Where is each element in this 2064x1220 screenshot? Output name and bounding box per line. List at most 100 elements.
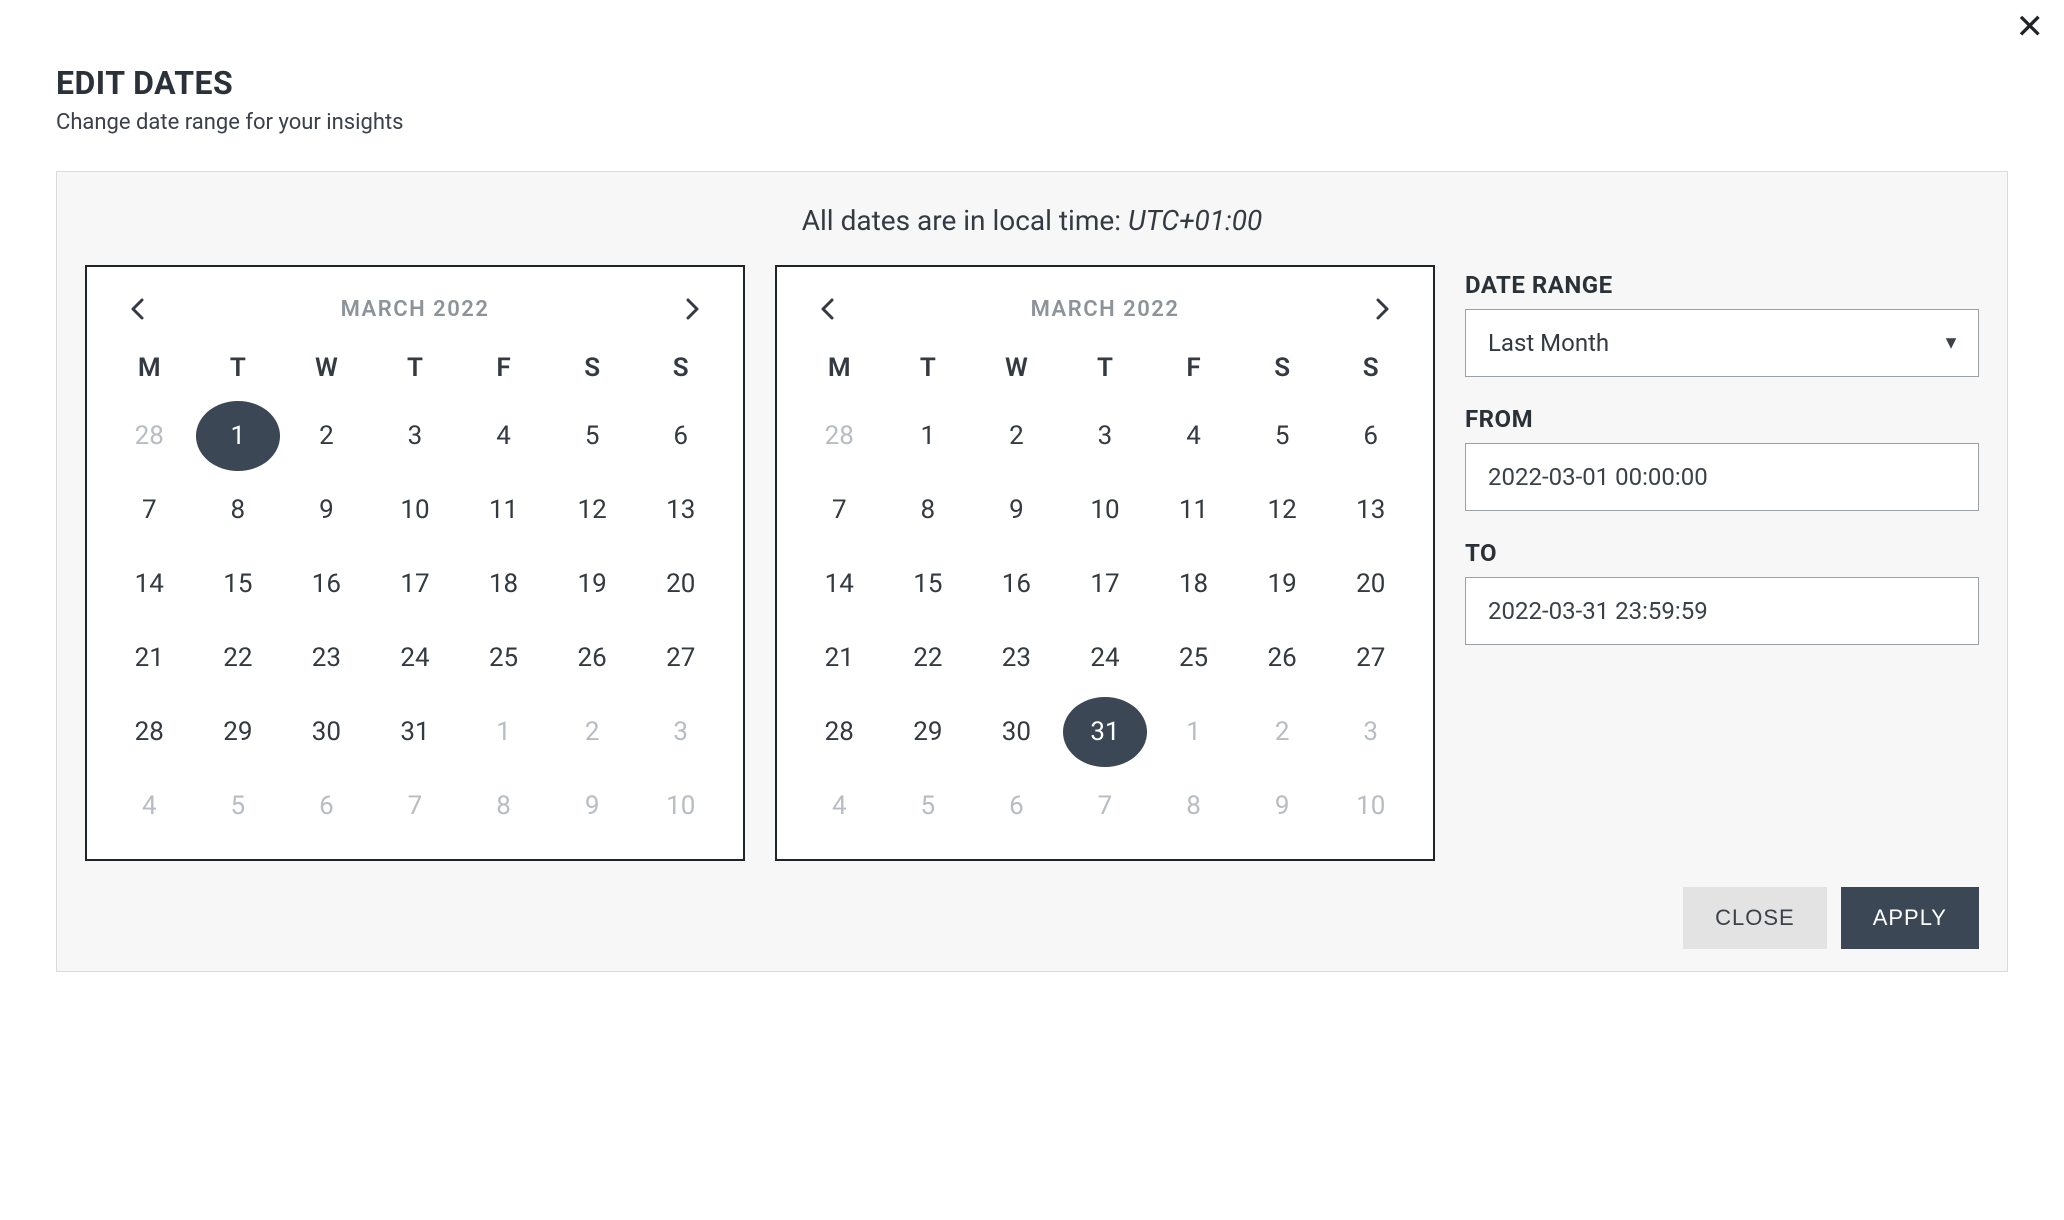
calendar-day[interactable]: 22 — [886, 623, 971, 693]
calendar-day[interactable]: 5 — [196, 771, 281, 841]
calendar-day[interactable]: 9 — [1240, 771, 1325, 841]
calendar-to-month-label: MARCH 2022 — [847, 297, 1363, 322]
calendar-weekday: F — [1151, 339, 1236, 397]
calendar-day[interactable]: 10 — [373, 475, 458, 545]
date-range-select[interactable]: Last Month ▼ — [1465, 309, 1979, 377]
calendar-day[interactable]: 8 — [1151, 771, 1236, 841]
calendar-day[interactable]: 6 — [1328, 401, 1413, 471]
close-button[interactable]: CLOSE — [1683, 887, 1827, 949]
calendar-day[interactable]: 26 — [550, 623, 635, 693]
apply-button[interactable]: APPLY — [1841, 887, 1979, 949]
calendar-day[interactable]: 7 — [373, 771, 458, 841]
calendar-day[interactable]: 24 — [1063, 623, 1148, 693]
calendar-day[interactable]: 9 — [974, 475, 1059, 545]
calendar-day[interactable]: 7 — [1063, 771, 1148, 841]
calendar-day[interactable]: 5 — [1240, 401, 1325, 471]
to-input[interactable] — [1465, 577, 1979, 645]
calendar-day[interactable]: 27 — [638, 623, 723, 693]
calendar-day[interactable]: 23 — [284, 623, 369, 693]
calendar-day[interactable]: 21 — [107, 623, 192, 693]
calendar-day[interactable]: 28 — [107, 401, 192, 471]
calendar-day[interactable]: 30 — [974, 697, 1059, 767]
calendar-day[interactable]: 20 — [1328, 549, 1413, 619]
calendar-day[interactable]: 11 — [461, 475, 546, 545]
next-month-button[interactable] — [1363, 289, 1403, 329]
calendar-day[interactable]: 28 — [107, 697, 192, 767]
calendar-day[interactable]: 15 — [886, 549, 971, 619]
calendar-day[interactable]: 8 — [886, 475, 971, 545]
calendar-day[interactable]: 20 — [638, 549, 723, 619]
calendar-day[interactable]: 24 — [373, 623, 458, 693]
prev-month-button[interactable] — [117, 289, 157, 329]
calendar-day[interactable]: 7 — [797, 475, 882, 545]
calendar-day[interactable]: 8 — [196, 475, 281, 545]
from-input[interactable] — [1465, 443, 1979, 511]
calendar-day[interactable]: 2 — [974, 401, 1059, 471]
calendar-day[interactable]: 3 — [1328, 697, 1413, 767]
calendar-day[interactable]: 31 — [373, 697, 458, 767]
calendar-day[interactable]: 6 — [638, 401, 723, 471]
calendar-day[interactable]: 25 — [1151, 623, 1236, 693]
prev-month-button[interactable] — [807, 289, 847, 329]
calendar-day[interactable]: 1 — [1151, 697, 1236, 767]
calendar-day[interactable]: 9 — [550, 771, 635, 841]
calendar-day[interactable]: 3 — [373, 401, 458, 471]
calendar-day[interactable]: 19 — [550, 549, 635, 619]
panel: All dates are in local time: UTC+01:00 M… — [56, 171, 2008, 972]
calendar-day[interactable]: 30 — [284, 697, 369, 767]
calendar-day[interactable]: 29 — [196, 697, 281, 767]
calendar-day[interactable]: 16 — [284, 549, 369, 619]
calendar-day[interactable]: 2 — [284, 401, 369, 471]
calendar-day[interactable]: 2 — [1240, 697, 1325, 767]
calendar-day[interactable]: 18 — [461, 549, 546, 619]
calendar-day[interactable]: 4 — [1151, 401, 1236, 471]
calendar-day[interactable]: 17 — [1063, 549, 1148, 619]
calendar-day[interactable]: 28 — [797, 401, 882, 471]
calendar-day[interactable]: 13 — [638, 475, 723, 545]
calendar-day[interactable]: 29 — [886, 697, 971, 767]
timezone-prefix: All dates are in local time: — [802, 204, 1128, 237]
calendar-day[interactable]: 22 — [196, 623, 281, 693]
calendar-day[interactable]: 14 — [797, 549, 882, 619]
calendar-day[interactable]: 10 — [638, 771, 723, 841]
calendar-day[interactable]: 4 — [797, 771, 882, 841]
calendar-day[interactable]: 3 — [1063, 401, 1148, 471]
calendar-day[interactable]: 14 — [107, 549, 192, 619]
calendar-day[interactable]: 1 — [886, 401, 971, 471]
calendar-day[interactable]: 4 — [461, 401, 546, 471]
calendar-day[interactable]: 13 — [1328, 475, 1413, 545]
calendar-day[interactable]: 23 — [974, 623, 1059, 693]
calendar-day[interactable]: 25 — [461, 623, 546, 693]
calendar-day[interactable]: 6 — [974, 771, 1059, 841]
calendar-day[interactable]: 1 — [196, 401, 281, 471]
calendar-day[interactable]: 6 — [284, 771, 369, 841]
calendar-day[interactable]: 28 — [797, 697, 882, 767]
to-label: TO — [1465, 539, 1979, 567]
calendar-day[interactable]: 12 — [550, 475, 635, 545]
calendar-day[interactable]: 17 — [373, 549, 458, 619]
calendar-day[interactable]: 27 — [1328, 623, 1413, 693]
calendar-day[interactable]: 5 — [886, 771, 971, 841]
calendar-day[interactable]: 3 — [638, 697, 723, 767]
calendar-day[interactable]: 15 — [196, 549, 281, 619]
calendar-day[interactable]: 8 — [461, 771, 546, 841]
calendar-day[interactable]: 18 — [1151, 549, 1236, 619]
calendar-day[interactable]: 2 — [550, 697, 635, 767]
calendar-day[interactable]: 19 — [1240, 549, 1325, 619]
close-icon[interactable]: ✕ — [2008, 6, 2053, 48]
calendar-day[interactable]: 11 — [1151, 475, 1236, 545]
calendar-day[interactable]: 21 — [797, 623, 882, 693]
calendar-day[interactable]: 31 — [1063, 697, 1148, 767]
calendar-day[interactable]: 16 — [974, 549, 1059, 619]
calendar-day[interactable]: 4 — [107, 771, 192, 841]
calendar-day[interactable]: 1 — [461, 697, 546, 767]
calendar-day[interactable]: 10 — [1328, 771, 1413, 841]
chevron-right-icon — [686, 298, 700, 320]
calendar-day[interactable]: 26 — [1240, 623, 1325, 693]
calendar-day[interactable]: 7 — [107, 475, 192, 545]
calendar-day[interactable]: 5 — [550, 401, 635, 471]
next-month-button[interactable] — [673, 289, 713, 329]
calendar-day[interactable]: 10 — [1063, 475, 1148, 545]
calendar-day[interactable]: 12 — [1240, 475, 1325, 545]
calendar-day[interactable]: 9 — [284, 475, 369, 545]
